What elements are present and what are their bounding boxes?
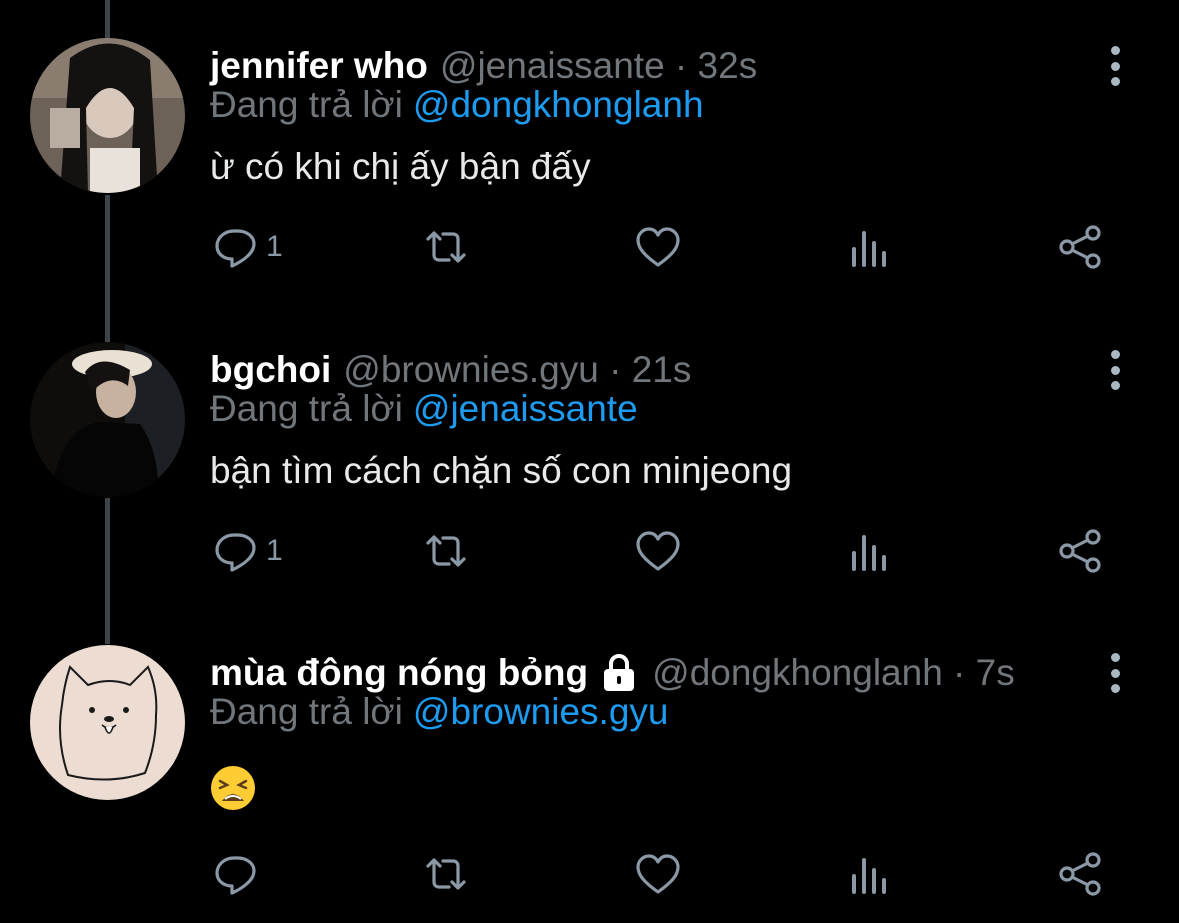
like-icon [636, 227, 680, 267]
like-icon [636, 854, 680, 894]
like-icon [636, 531, 680, 571]
handle-timestamp[interactable]: @jenaissante · 32s [440, 45, 757, 87]
reply-icon [215, 229, 256, 268]
tweet-text: bận tìm cách chặn số con minjeong [210, 450, 793, 491]
more-icon[interactable] [1100, 346, 1130, 394]
mention-link[interactable]: @jenaissante [413, 388, 638, 429]
analytics-button[interactable] [846, 849, 894, 899]
retweet-icon [426, 858, 466, 890]
retweet-button[interactable] [422, 222, 470, 272]
reply-icon [215, 533, 256, 572]
like-button[interactable] [634, 222, 682, 272]
avatar[interactable] [30, 38, 185, 193]
mention-link[interactable]: @dongkhonglanh [413, 84, 704, 125]
analytics-icon [852, 535, 886, 571]
share-button[interactable] [1057, 849, 1105, 899]
replying-label: Đang trả lời [210, 691, 403, 732]
mention-link[interactable]: @brownies.gyu [413, 691, 669, 732]
more-icon[interactable] [1100, 42, 1130, 90]
analytics-icon [852, 858, 886, 894]
like-button[interactable] [634, 526, 682, 576]
lock-icon [604, 653, 635, 691]
display-name[interactable]: bgchoi [210, 349, 331, 391]
avatar[interactable] [30, 342, 185, 497]
share-icon [1059, 852, 1101, 896]
replying-to: Đang trả lời @jenaissante [210, 388, 638, 430]
reply-count: 1 [266, 230, 283, 263]
reply-icon [215, 856, 256, 895]
tweet-text: ừ có khi chị ấy bận đấy [210, 146, 591, 187]
analytics-button[interactable] [846, 222, 894, 272]
tweet-text [210, 765, 256, 820]
replying-to: Đang trả lời @brownies.gyu [210, 691, 668, 733]
reply-button[interactable] [212, 849, 266, 899]
display-name[interactable]: jennifer who [210, 45, 428, 87]
handle-timestamp[interactable]: @brownies.gyu · 21s [343, 349, 691, 391]
handle-timestamp[interactable]: @dongkhonglanh · 7s [652, 652, 1015, 694]
avatar[interactable] [30, 645, 185, 800]
replying-to: Đang trả lời @dongkhonglanh [210, 84, 704, 126]
reply-count: 1 [266, 534, 283, 567]
tweet-actions [0, 849, 1179, 899]
reply-button[interactable]: 1 [212, 526, 283, 576]
retweet-button[interactable] [422, 849, 470, 899]
like-button[interactable] [634, 849, 682, 899]
tweet-actions: 1 [0, 526, 1179, 576]
share-button[interactable] [1057, 222, 1105, 272]
analytics-icon [852, 231, 886, 267]
replying-label: Đang trả lời [210, 84, 403, 125]
retweet-button[interactable] [422, 526, 470, 576]
thread-line [105, 0, 110, 38]
display-name[interactable]: mùa đông nóng bỏng [210, 652, 588, 694]
replying-label: Đang trả lời [210, 388, 403, 429]
share-icon [1059, 225, 1101, 269]
reply-button[interactable]: 1 [212, 222, 283, 272]
tired-face-emoji [211, 766, 255, 810]
more-icon[interactable] [1100, 649, 1130, 697]
retweet-icon [426, 231, 466, 263]
share-button[interactable] [1057, 526, 1105, 576]
share-icon [1059, 529, 1101, 573]
tweet-actions: 1 [0, 222, 1179, 272]
analytics-button[interactable] [846, 526, 894, 576]
retweet-icon [426, 535, 466, 567]
